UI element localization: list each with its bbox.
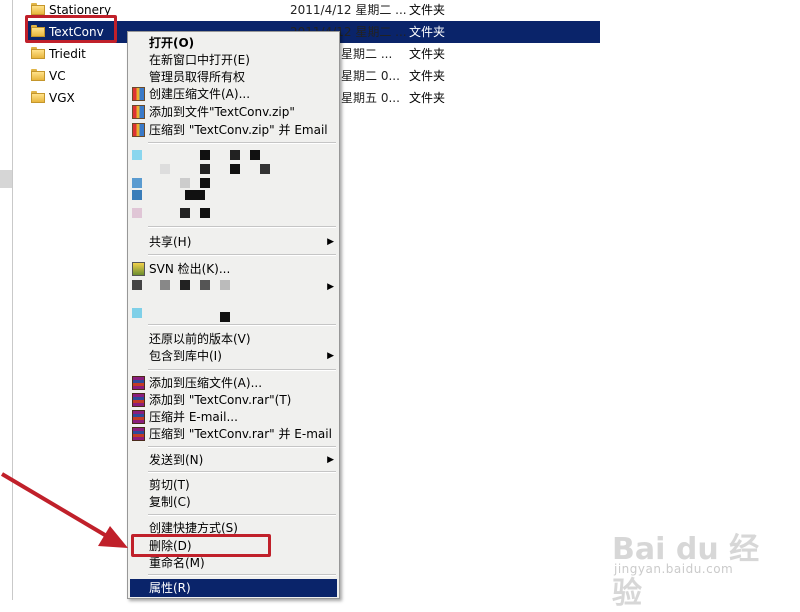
folder-icon (31, 3, 45, 15)
file-type: 文件夹 (409, 47, 446, 61)
menu-item-take-ownership[interactable]: 管理员取得所有权 (130, 68, 337, 86)
winrar-icon (132, 427, 145, 441)
menu-separator (148, 142, 336, 144)
menu-item-compress-rar-email[interactable]: 压缩到 "TextConv.rar" 并 E-mail (130, 425, 337, 443)
submenu-arrow-icon: ▶ (327, 282, 334, 292)
file-date: 星期二 0... (341, 69, 400, 83)
submenu-arrow-icon: ▶ (327, 455, 334, 465)
svn-icon (132, 262, 145, 276)
menu-item-add-to-zip[interactable]: 添加到文件"TextConv.zip" (130, 103, 337, 121)
menu-separator (148, 254, 336, 256)
file-date: 2011/4/12 星期二 ... (290, 3, 407, 17)
obscured-menu-region (130, 146, 337, 226)
menu-separator (148, 574, 336, 576)
menu-item-send-to[interactable]: 发送到(N) ▶ (130, 451, 337, 469)
menu-item-zip-email[interactable]: 压缩到 "TextConv.zip" 并 Email (130, 121, 337, 139)
menu-separator (148, 446, 336, 448)
menu-item-share[interactable]: 共享(H) ▶ (130, 233, 337, 251)
menu-item-create-archive[interactable]: 创建压缩文件(A)... (130, 85, 337, 103)
file-type: 文件夹 (409, 91, 446, 105)
file-name: Triedit (49, 47, 86, 61)
submenu-arrow-icon: ▶ (327, 237, 334, 247)
winzip-icon (132, 105, 145, 119)
folder-icon (31, 47, 45, 59)
folder-icon (31, 69, 45, 81)
file-name: VC (49, 69, 66, 83)
file-date: 星期二 ... (341, 47, 393, 61)
file-type: 文件夹 (409, 69, 446, 83)
menu-item-restore-previous[interactable]: 还原以前的版本(V) (130, 330, 337, 348)
file-date: 星期五 0... (341, 91, 400, 105)
menu-separator (148, 324, 336, 326)
winzip-icon (132, 87, 145, 101)
file-type: 文件夹 (409, 3, 446, 17)
menu-item-compress-email[interactable]: 压缩并 E-mail... (130, 408, 337, 426)
folder-icon (31, 91, 45, 103)
baidu-watermark: Bai du 经验 jingyan.baidu.com (612, 518, 787, 611)
menu-item-add-to-archive[interactable]: 添加到压缩文件(A)... (130, 374, 337, 392)
menu-item-open[interactable]: 打开(O) (130, 34, 337, 52)
watermark-url: jingyan.baidu.com (614, 562, 734, 576)
splitter-grip[interactable] (0, 170, 12, 188)
submenu-arrow-icon: ▶ (327, 351, 334, 361)
menu-item-add-to-rar[interactable]: 添加到 "TextConv.rar"(T) (130, 391, 337, 409)
annotation-highlight-folder (25, 15, 117, 43)
menu-item-copy[interactable]: 复制(C) (130, 493, 337, 511)
annotation-highlight-delete (131, 534, 271, 557)
file-type: 文件夹 (409, 25, 446, 39)
menu-item-cut[interactable]: 剪切(T) (130, 476, 337, 494)
winrar-icon (132, 376, 145, 390)
menu-item-include-in-library[interactable]: 包含到库中(I) ▶ (130, 347, 337, 365)
file-name: VGX (49, 91, 75, 105)
menu-separator (148, 369, 336, 371)
menu-separator (148, 514, 336, 516)
menu-item-svn-checkout[interactable]: SVN 检出(K)... (130, 260, 337, 278)
menu-item-open-new-window[interactable]: 在新窗口中打开(E) (130, 51, 337, 69)
context-menu: 打开(O) 在新窗口中打开(E) 管理员取得所有权 创建压缩文件(A)... 添… (127, 31, 340, 599)
winrar-icon (132, 393, 145, 407)
menu-separator (148, 471, 336, 473)
annotation-arrow-icon (0, 472, 128, 548)
menu-separator (148, 226, 336, 228)
winrar-icon (132, 410, 145, 424)
menu-item-properties[interactable]: 属性(R) (130, 579, 337, 597)
winzip-icon (132, 123, 145, 137)
menu-item-submenu-obscured[interactable]: ▶ (130, 278, 337, 296)
